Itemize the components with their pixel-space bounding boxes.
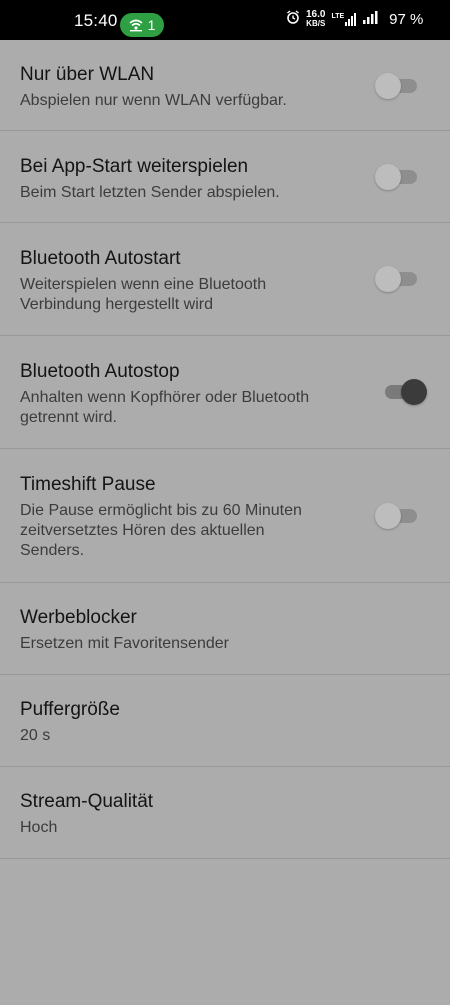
setting-title: Puffergröße — [20, 699, 120, 720]
setting-subtitle-line: Verbindung hergestellt wird — [20, 296, 214, 313]
setting-subtitle-line: Weiterspielen wenn eine Bluetooth — [20, 276, 267, 293]
setting-stream-qualitaet[interactable]: Stream-Qualität Hoch — [0, 767, 450, 859]
bluetooth-autostart-toggle[interactable] — [375, 266, 427, 292]
setting-subtitle: Abspielen nur wenn WLAN verfügbar. — [20, 92, 287, 109]
setting-title: Stream-Qualität — [20, 791, 154, 812]
setting-subtitle-line: getrennt wird. — [20, 409, 117, 426]
clock: 15:40 — [74, 11, 118, 30]
setting-subtitle-line: Senders. — [20, 542, 85, 559]
signal-lte-icon: LTE — [331, 12, 357, 26]
setting-subtitle-line: Anhalten wenn Kopfhörer oder Bluetooth — [20, 389, 310, 406]
wlan-only-toggle[interactable] — [375, 73, 427, 99]
setting-title: Werbeblocker — [20, 607, 137, 628]
setting-subtitle: Beim Start letzten Sender abspielen. — [20, 184, 280, 201]
bluetooth-autostop-toggle[interactable] — [375, 379, 427, 405]
setting-subtitle-line: zeitversetztes Hören des aktuellen — [20, 522, 265, 539]
setting-nur-ueber-wlan[interactable]: Nur über WLAN Abspielen nur wenn WLAN ve… — [0, 40, 450, 131]
setting-subtitle: Hoch — [20, 819, 58, 836]
timeshift-pause-toggle[interactable] — [375, 503, 427, 529]
setting-title: Bluetooth Autostart — [20, 248, 181, 269]
setting-subtitle: Ersetzen mit Favoritensender — [20, 635, 229, 652]
status-bar: 15:40 1 16.0 KB/S LTE 97 % — [0, 0, 450, 40]
setting-title: Bei App-Start weiterspielen — [20, 156, 249, 177]
setting-title: Timeshift Pause — [20, 474, 156, 495]
setting-subtitle: 20 s — [20, 727, 51, 744]
setting-werbeblocker[interactable]: Werbeblocker Ersetzen mit Favoritensende… — [0, 583, 450, 675]
wifi-hotspot-icon — [129, 18, 143, 32]
hotspot-count: 1 — [147, 17, 156, 33]
setting-title: Bluetooth Autostop — [20, 361, 180, 382]
signal-icon — [363, 10, 379, 28]
setting-puffergroesse[interactable]: Puffergröße 20 s — [0, 675, 450, 767]
setting-title: Nur über WLAN — [20, 64, 155, 85]
settings-list: Nur über WLAN Abspielen nur wenn WLAN ve… — [0, 40, 450, 859]
setting-bluetooth-autostart[interactable]: Bluetooth Autostart Weiterspielen wenn e… — [0, 223, 450, 336]
battery-level: 97 % — [389, 10, 424, 28]
setting-timeshift-pause[interactable]: Timeshift Pause Die Pause ermöglicht bis… — [0, 449, 450, 583]
alarm-icon — [286, 10, 300, 28]
network-speed: 16.0 KB/S — [306, 9, 326, 28]
hotspot-indicator[interactable]: 1 — [120, 13, 164, 37]
resume-on-start-toggle[interactable] — [375, 164, 427, 190]
setting-bluetooth-autostop[interactable]: Bluetooth Autostop Anhalten wenn Kopfhör… — [0, 336, 450, 449]
setting-app-start-weiterspielen[interactable]: Bei App-Start weiterspielen Beim Start l… — [0, 131, 450, 223]
setting-subtitle-line: Die Pause ermöglicht bis zu 60 Minuten — [20, 502, 302, 519]
